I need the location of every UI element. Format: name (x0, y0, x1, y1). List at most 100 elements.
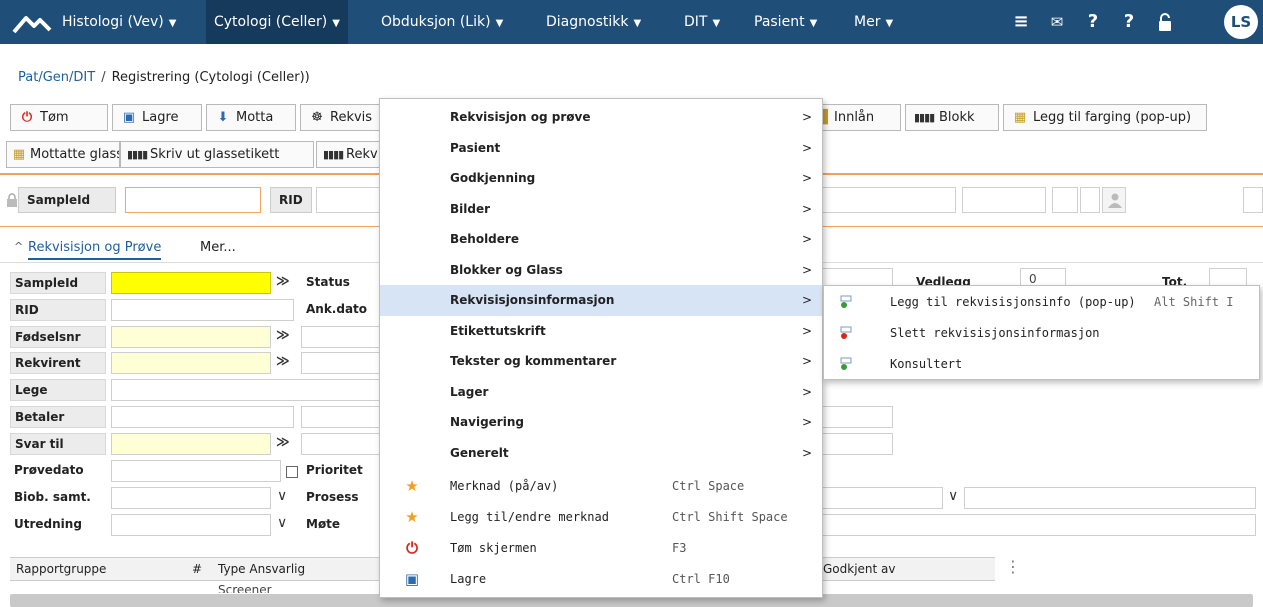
menu-item-pasient[interactable]: Pasient > (380, 133, 822, 164)
right-field-input-2[interactable] (823, 406, 893, 428)
power-icon: ⏻ (21, 110, 33, 125)
quick-sampleid-input[interactable] (125, 187, 261, 213)
mid-field-input[interactable] (301, 326, 379, 348)
tab-rekvisisjon-og-prove[interactable]: Rekvisisjon og Prøve (28, 240, 162, 260)
table-cell: Screener (218, 583, 272, 593)
column-header-rapportgruppe[interactable]: Rapportgruppe (10, 557, 186, 581)
quick-field-input-3[interactable] (1052, 187, 1078, 213)
column-header-number[interactable]: # (186, 557, 212, 581)
innlan-button[interactable]: ▌Innlån (823, 104, 901, 131)
menu-item-rekvisisjon-og-prove[interactable]: Rekvisisjon og prøve > (380, 102, 822, 133)
quick-field-input-2[interactable] (962, 187, 1046, 213)
submenu-item-slett-rekvisisjonsinformasjon[interactable]: Slett rekvisisjonsinformasjon (824, 318, 1259, 349)
menu-shortcut: Ctrl F10 (672, 572, 730, 586)
prosess-select[interactable] (823, 487, 943, 509)
nav-menu-diagnostikk[interactable]: Diagnostikk ▼ (538, 0, 649, 44)
button-label: Skriv ut glassetikett (150, 147, 280, 162)
lagre-button[interactable]: ▣ Lagre (112, 104, 202, 131)
blokk-button[interactable]: ▮▮▮▮ Blokk (905, 104, 999, 131)
hamburger-icon[interactable]: ≡ (1010, 11, 1032, 33)
menu-item-beholdere[interactable]: Beholdere > (380, 224, 822, 255)
chevron-down-icon[interactable]: ∨ (277, 488, 287, 504)
menu-item-bilder[interactable]: Bilder > (380, 194, 822, 225)
menu-item-label: Rekvisisjon og prøve (450, 110, 591, 124)
right-field-input-3[interactable] (823, 433, 893, 455)
skriv-ut-glassetikett-button[interactable]: ▮▮▮▮ Skriv ut glassetikett (120, 141, 314, 168)
rekvirent-input[interactable] (111, 352, 271, 374)
menu-item-blokker-og-glass[interactable]: Blokker og Glass > (380, 255, 822, 286)
rid-input[interactable] (111, 299, 294, 321)
double-chevron-icon[interactable]: ≫ (276, 354, 290, 369)
double-chevron-icon[interactable]: ≫ (276, 274, 290, 289)
quick-rid-input[interactable] (316, 187, 380, 213)
mid-field-input-4[interactable] (301, 433, 379, 455)
column-header-type-ansvarlig[interactable]: Type Ansvarlig (212, 557, 380, 581)
menu-item-label: Generelt (450, 445, 509, 460)
submenu-item-legg-til-rekvisisjonsinfo[interactable]: Legg til rekvisisjonsinfo (pop-up) Alt Sh… (824, 287, 1259, 318)
rekvisisjon-etikett-button[interactable]: ▮▮▮▮ Rekv (316, 141, 380, 168)
menu-item-lager[interactable]: Lager > (380, 377, 822, 408)
nav-menu-label: Diagnostikk (546, 14, 629, 30)
nav-menu-dit[interactable]: DIT ▼ (676, 0, 728, 44)
double-chevron-icon[interactable]: ≫ (276, 328, 290, 343)
mottatte-glass-button[interactable]: ▦ Mottatte glass (6, 141, 120, 168)
tom-button[interactable]: ⏻ Tøm (10, 104, 108, 131)
utredning-select[interactable] (111, 514, 271, 536)
menu-item-godkjenning[interactable]: Godkjenning > (380, 163, 822, 194)
lock-open-icon[interactable] (1157, 12, 1173, 32)
nav-menu-obduksjon[interactable]: Obduksjon (Lik) ▼ (373, 0, 511, 44)
menu-action-legg-til-endre-merknad[interactable]: ★ Legg til/endre merknad Ctrl Shift Space (380, 502, 822, 533)
prosess-extra-input[interactable] (964, 487, 1256, 509)
submenu-arrow-icon: > (802, 201, 813, 216)
menu-action-merknad[interactable]: ★ Merknad (på/av) Ctrl Space (380, 471, 822, 502)
quick-field-input-5[interactable] (1243, 187, 1263, 213)
breadcrumb-link[interactable]: Pat/Gen/DIT (18, 70, 95, 85)
menu-action-lagre[interactable]: ▣ Lagre Ctrl F10 (380, 564, 822, 595)
prioritet-checkbox[interactable] (286, 466, 298, 478)
chevron-down-icon[interactable]: ∨ (948, 488, 958, 504)
submenu-arrow-icon: > (802, 293, 813, 307)
legg-til-farging-button[interactable]: ▦ Legg til farging (pop-up) (1003, 104, 1207, 131)
sampleid-input[interactable] (111, 272, 271, 294)
submenu-item-konsultert[interactable]: Konsultert (824, 349, 1259, 380)
person-lookup-button[interactable] (1102, 187, 1126, 213)
tab-mer[interactable]: Mer... (200, 240, 236, 255)
help-icon[interactable]: ? (1082, 11, 1104, 33)
menu-item-tekster-og-kommentarer[interactable]: Tekster og kommentarer > (380, 346, 822, 377)
chevron-down-icon[interactable]: ∨ (277, 515, 287, 531)
mid-field-input-3[interactable] (301, 406, 379, 428)
power-icon: ⏻ (406, 539, 418, 557)
lege-input[interactable] (111, 379, 380, 401)
collapse-chevron-icon[interactable]: ^ (14, 240, 23, 253)
rekvisisjon-button[interactable]: ☸ Rekvis (300, 104, 380, 131)
provedato-input[interactable] (111, 460, 281, 482)
betaler-input[interactable] (111, 406, 294, 428)
submenu-arrow-icon: > (802, 354, 813, 368)
svar-til-input[interactable] (111, 433, 271, 455)
mid-field-input-2[interactable] (301, 352, 379, 374)
double-chevron-icon[interactable]: ≫ (276, 435, 290, 450)
biob-samt-select[interactable] (111, 487, 271, 509)
mail-icon[interactable]: ✉ (1046, 11, 1068, 33)
mote-input[interactable] (823, 514, 1256, 536)
help-icon[interactable]: ? (1118, 11, 1140, 33)
motta-button[interactable]: ⬇ Motta (206, 104, 296, 131)
nav-menu-mer[interactable]: Mer ▼ (846, 0, 901, 44)
menu-item-generelt[interactable]: Generelt > (380, 438, 822, 469)
menu-item-label: Etikettutskrift (450, 323, 546, 338)
menu-item-etikettutskrift[interactable]: Etikettutskrift > (380, 316, 822, 347)
caret-down-icon: ▼ (495, 18, 504, 29)
app-logo-icon[interactable] (12, 10, 52, 36)
avatar[interactable]: LS (1224, 5, 1258, 39)
column-header-godkjent-av[interactable]: Godkjent av (823, 557, 995, 581)
nav-menu-cytologi[interactable]: Cytologi (Celler) ▼ (206, 0, 348, 44)
quick-field-input-4[interactable] (1080, 187, 1100, 213)
fodselsnr-input[interactable] (111, 326, 271, 348)
nav-menu-histologi[interactable]: Histologi (Vev) ▼ (54, 0, 184, 44)
menu-item-rekvisisjonsinformasjon[interactable]: Rekvisisjonsinformasjon > (380, 285, 822, 316)
nav-menu-pasient[interactable]: Pasient ▼ (746, 0, 825, 44)
menu-item-navigering[interactable]: Navigering > (380, 407, 822, 438)
menu-action-tom-skjermen[interactable]: ⏻ Tøm skjermen F3 (380, 533, 822, 564)
column-menu-icon[interactable]: ⋮ (1005, 557, 1021, 579)
quick-field-input[interactable] (823, 187, 956, 213)
